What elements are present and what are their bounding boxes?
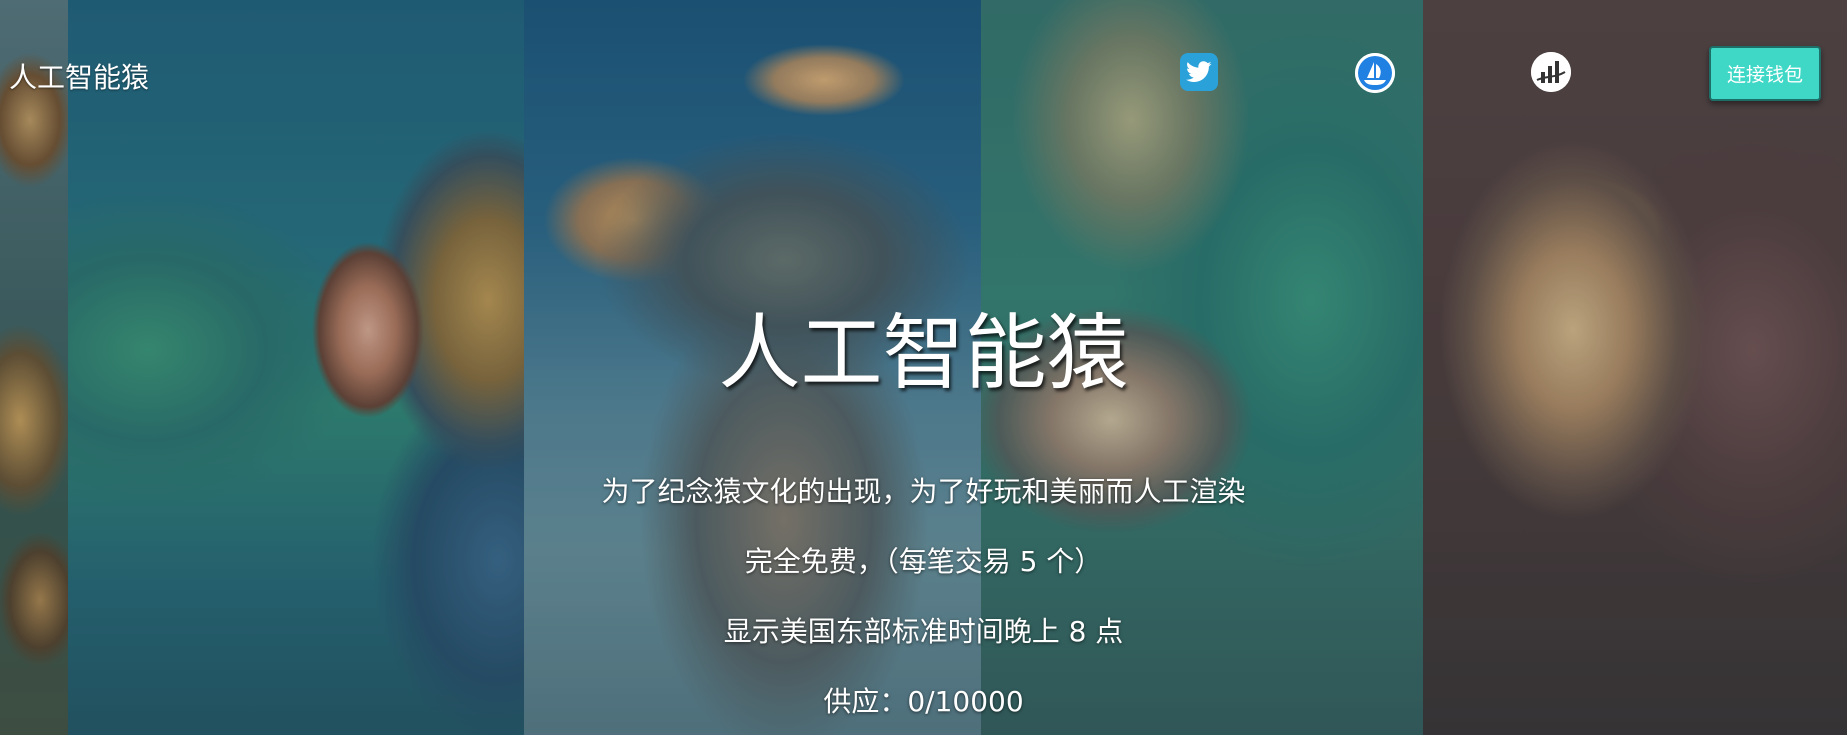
opensea-link[interactable] [1355,53,1395,93]
stats-link[interactable] [1531,52,1571,92]
pricing-text: 完全免费，（每笔交易 5 个） [744,545,1103,578]
reveal-time-text: 显示美国东部标准时间晚上 8 点 [723,615,1124,648]
brand-title[interactable]: 人工智能猿 [9,56,149,96]
chart-icon [1531,52,1571,92]
hero-description: 为了纪念猿文化的出现，为了好玩和美丽而人工渲染 [601,475,1246,508]
supply-counter: 供应：0/10000 [823,685,1024,718]
hero-title: 人工智能猿 [718,306,1129,401]
twitter-link[interactable] [1180,53,1218,91]
connect-wallet-button[interactable]: 连接钱包 [1709,46,1821,101]
page: 人工智能猿 连接钱包 人工智能猿 为了纪念猿文化的出现，为了好玩和美丽而人工渲染… [0,0,1847,735]
opensea-icon [1355,53,1395,93]
header: 人工智能猿 连接钱包 [0,0,1847,150]
twitter-icon [1186,61,1212,82]
